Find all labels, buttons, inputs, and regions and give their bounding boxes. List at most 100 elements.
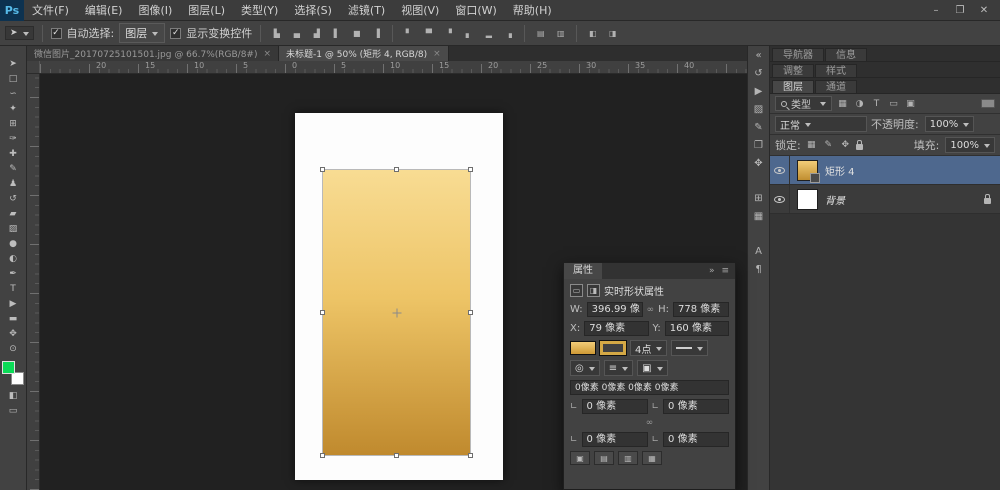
tab-channels[interactable]: 通道: [815, 80, 857, 93]
link-radius-icon[interactable]: ∞: [646, 418, 654, 428]
tab-adjustments[interactable]: 调整: [772, 64, 814, 77]
actions-icon[interactable]: ▶: [750, 85, 767, 98]
opacity-dropdown[interactable]: 100%: [925, 116, 975, 132]
menu-type[interactable]: 类型(Y): [233, 0, 286, 21]
align-right-icon[interactable]: ▟: [309, 29, 324, 38]
dodge-tool[interactable]: ◐: [2, 251, 24, 266]
radius-bottomright-field[interactable]: 0 像素: [663, 432, 729, 447]
transform-handle[interactable]: [394, 453, 399, 458]
stroke-width-field[interactable]: 4点: [630, 340, 667, 356]
filter-toggle[interactable]: [981, 99, 995, 108]
lasso-tool[interactable]: ∽: [2, 86, 24, 101]
blend-mode-dropdown[interactable]: 正常: [775, 116, 867, 132]
mode-icon[interactable]: ◧: [585, 29, 600, 38]
layer-filter-dropdown[interactable]: 类型: [775, 96, 832, 111]
layer-thumbnail[interactable]: [797, 189, 818, 210]
path-select-tool[interactable]: ▶: [2, 296, 24, 311]
filter-type-icon[interactable]: T: [870, 99, 883, 109]
distribute-icon[interactable]: ▝: [441, 29, 456, 38]
adjustments-panel-icon[interactable]: ⊞: [750, 192, 767, 205]
radius-topleft-field[interactable]: 0 像素: [582, 399, 648, 414]
eyedropper-tool[interactable]: ✑: [2, 131, 24, 146]
align-center-icon[interactable]: ▄: [289, 29, 304, 38]
clone-source-icon[interactable]: ❐: [750, 139, 767, 152]
fill-dropdown[interactable]: 100%: [945, 137, 995, 153]
show-transform-checkbox[interactable]: ✓: [170, 28, 181, 39]
history-icon[interactable]: ↺: [750, 67, 767, 80]
layer-row-rectangle4[interactable]: 矩形 4: [770, 156, 1000, 185]
pathop-button[interactable]: ▤: [594, 451, 614, 465]
color-panel-icon[interactable]: ▨: [750, 103, 767, 116]
properties-tab[interactable]: 属性: [564, 263, 602, 279]
menu-window[interactable]: 窗口(W): [447, 0, 504, 21]
navigator-panel-icon[interactable]: ✥: [750, 157, 767, 170]
history-brush-tool[interactable]: ↺: [2, 191, 24, 206]
menu-select[interactable]: 选择(S): [286, 0, 340, 21]
hand-tool[interactable]: ✥: [2, 326, 24, 341]
lock-transparency-icon[interactable]: ▦: [805, 140, 818, 150]
brush-panel-icon[interactable]: ✎: [750, 121, 767, 134]
filter-shape-icon[interactable]: ▭: [887, 99, 900, 109]
pathop-button[interactable]: ▣: [570, 451, 590, 465]
layer-thumbnail[interactable]: [797, 160, 818, 181]
transform-handle[interactable]: [394, 167, 399, 172]
stroke-color-swatch[interactable]: [600, 341, 626, 355]
align-top-icon[interactable]: ▌: [329, 29, 344, 38]
align-left-icon[interactable]: ▙: [269, 29, 284, 38]
fill-color-swatch[interactable]: [570, 341, 596, 355]
lock-all-icon[interactable]: [856, 144, 863, 150]
menu-edit[interactable]: 编辑(E): [77, 0, 131, 21]
radius-bottomleft-field[interactable]: 0 像素: [582, 432, 648, 447]
arrange-icon[interactable]: ▤: [533, 29, 548, 38]
minimize-button[interactable]: –: [924, 0, 948, 21]
shape-rectangle[interactable]: [323, 170, 470, 455]
transform-handle[interactable]: [468, 310, 473, 315]
stroke-cap-dropdown[interactable]: ≡: [604, 360, 633, 376]
layer-row-background[interactable]: 背景: [770, 185, 1000, 214]
stroke-align-dropdown[interactable]: ◎: [570, 360, 600, 376]
visibility-cell[interactable]: [770, 156, 790, 184]
screen-mode-button[interactable]: ▭: [2, 403, 24, 418]
close-tab-icon[interactable]: ×: [433, 49, 441, 59]
pen-tool[interactable]: ✒: [2, 266, 24, 281]
shape-tool[interactable]: ▬: [2, 311, 24, 326]
collapse-panel-icon[interactable]: »: [709, 266, 715, 276]
width-field[interactable]: 396.99 像: [587, 302, 643, 317]
radius-summary-field[interactable]: 0像素 0像素 0像素 0像素: [570, 380, 729, 395]
layer-name[interactable]: 背景: [825, 192, 845, 207]
clone-stamp-tool[interactable]: ♟: [2, 176, 24, 191]
menu-help[interactable]: 帮助(H): [505, 0, 560, 21]
menu-file[interactable]: 文件(F): [24, 0, 77, 21]
quick-mask-button[interactable]: ◧: [2, 388, 24, 403]
layer-name[interactable]: 矩形 4: [825, 163, 855, 178]
quick-select-tool[interactable]: ✦: [2, 101, 24, 116]
menu-layer[interactable]: 图层(L): [180, 0, 233, 21]
transform-handle[interactable]: [320, 453, 325, 458]
foreground-color-swatch[interactable]: [2, 361, 15, 374]
type-tool[interactable]: T: [2, 281, 24, 296]
radius-topright-field[interactable]: 0 像素: [663, 399, 729, 414]
distribute-icon[interactable]: ▖: [461, 29, 476, 38]
distribute-icon[interactable]: ▗: [501, 29, 516, 38]
restore-button[interactable]: ❐: [948, 0, 972, 21]
auto-select-target-dropdown[interactable]: 图层: [119, 23, 165, 43]
menu-view[interactable]: 视图(V): [393, 0, 447, 21]
x-field[interactable]: 79 像素: [584, 321, 648, 336]
tab-info[interactable]: 信息: [825, 48, 867, 61]
document-tab-1[interactable]: 微信图片_20170725101501.jpg @ 66.7%(RGB/8#) …: [27, 46, 279, 61]
move-tool[interactable]: ➤: [2, 56, 24, 71]
arrange-icon[interactable]: ▥: [553, 29, 568, 38]
filter-adjustment-icon[interactable]: ◑: [853, 99, 866, 109]
tab-layers[interactable]: 图层: [772, 80, 814, 93]
filter-pixel-icon[interactable]: ▦: [836, 99, 849, 109]
paragraph-panel-icon[interactable]: ¶: [750, 263, 767, 276]
align-middle-icon[interactable]: ■: [349, 29, 364, 38]
menu-image[interactable]: 图像(I): [130, 0, 180, 21]
lock-position-icon[interactable]: ✥: [839, 140, 852, 150]
filter-smartobject-icon[interactable]: ▣: [904, 99, 917, 109]
panel-menu-icon[interactable]: ≡: [721, 266, 729, 276]
document-canvas[interactable]: [295, 113, 503, 480]
tab-navigator[interactable]: 导航器: [772, 48, 824, 61]
transform-handle[interactable]: [320, 310, 325, 315]
distribute-icon[interactable]: ▘: [401, 29, 416, 38]
